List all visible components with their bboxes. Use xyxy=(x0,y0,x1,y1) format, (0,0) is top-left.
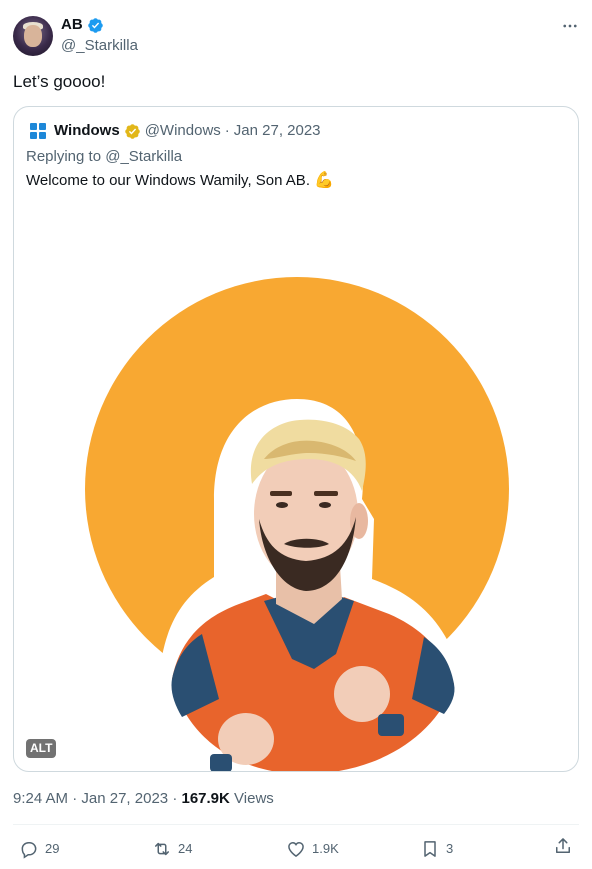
quoted-author-name[interactable]: Windows xyxy=(54,121,120,141)
quoted-media-image[interactable] xyxy=(14,199,579,772)
left-eye xyxy=(276,502,288,508)
avatar-face xyxy=(24,25,42,47)
author-handle[interactable]: @_Starkilla xyxy=(61,37,138,55)
quoted-date[interactable]: Jan 27, 2023 xyxy=(234,121,321,141)
like-count: 1.9K xyxy=(312,841,339,856)
reply-count: 29 xyxy=(45,841,60,856)
more-icon xyxy=(563,24,577,28)
left-eyebrow xyxy=(270,491,292,496)
gold-badge-icon xyxy=(124,123,140,139)
quoted-tweet[interactable]: Windows @Windows · Jan 27, 2023 Replying… xyxy=(13,106,579,772)
author-name[interactable]: AB xyxy=(61,15,83,35)
share-icon xyxy=(556,838,570,853)
repost-icon xyxy=(155,842,169,856)
alt-badge[interactable]: ALT xyxy=(26,739,57,758)
reply-icon xyxy=(21,842,37,859)
verified-badge-icon xyxy=(87,17,103,33)
right-fist xyxy=(334,666,390,722)
quoted-text-row: Welcome to our Windows Wamily, Son AB. 💪 xyxy=(26,171,334,191)
flexed-biceps-emoji: 💪 xyxy=(313,172,334,189)
timestamp-separator-2: · xyxy=(172,790,178,807)
repost-count: 24 xyxy=(178,841,193,856)
quoted-text: Welcome to our Windows Wamily, Son AB. xyxy=(26,172,310,189)
like-icon xyxy=(288,841,304,857)
reply-button[interactable]: 29 xyxy=(19,836,59,862)
windows-logo-icon[interactable] xyxy=(30,123,46,139)
author-name-row[interactable]: AB xyxy=(61,15,104,35)
action-bar: 29 24 1.9K 3 xyxy=(0,836,592,862)
more-button[interactable] xyxy=(558,16,582,36)
bookmark-button[interactable]: 3 xyxy=(420,836,453,862)
tweet-date[interactable]: Jan 27, 2023 xyxy=(81,790,168,807)
quoted-replying-to: Replying to @_Starkilla xyxy=(26,148,183,165)
share-button[interactable] xyxy=(553,836,573,856)
repost-button[interactable]: 24 xyxy=(152,836,192,862)
quoted-handle[interactable]: @Windows xyxy=(145,121,221,141)
timestamp-row: 9:24 AM · Jan 27, 2023 · 167.9K Views xyxy=(13,789,274,809)
avatar[interactable] xyxy=(13,16,53,56)
like-button[interactable]: 1.9K xyxy=(286,836,339,862)
bookmark-icon xyxy=(424,841,436,857)
quoted-header: Windows @Windows · Jan 27, 2023 xyxy=(30,121,321,141)
timestamp-separator: · xyxy=(72,790,78,807)
bookmark-count: 3 xyxy=(446,841,454,856)
quoted-separator: · xyxy=(224,122,230,139)
right-eye xyxy=(319,502,331,508)
right-eyebrow xyxy=(314,491,338,496)
tweet-time[interactable]: 9:24 AM xyxy=(13,790,68,807)
divider xyxy=(13,824,579,825)
right-wristband xyxy=(378,714,404,736)
tweet-text: Let’s goooo! xyxy=(13,72,106,91)
left-wristband xyxy=(210,754,232,771)
views-count: 167.9K xyxy=(181,790,230,807)
views-label: Views xyxy=(234,790,274,807)
